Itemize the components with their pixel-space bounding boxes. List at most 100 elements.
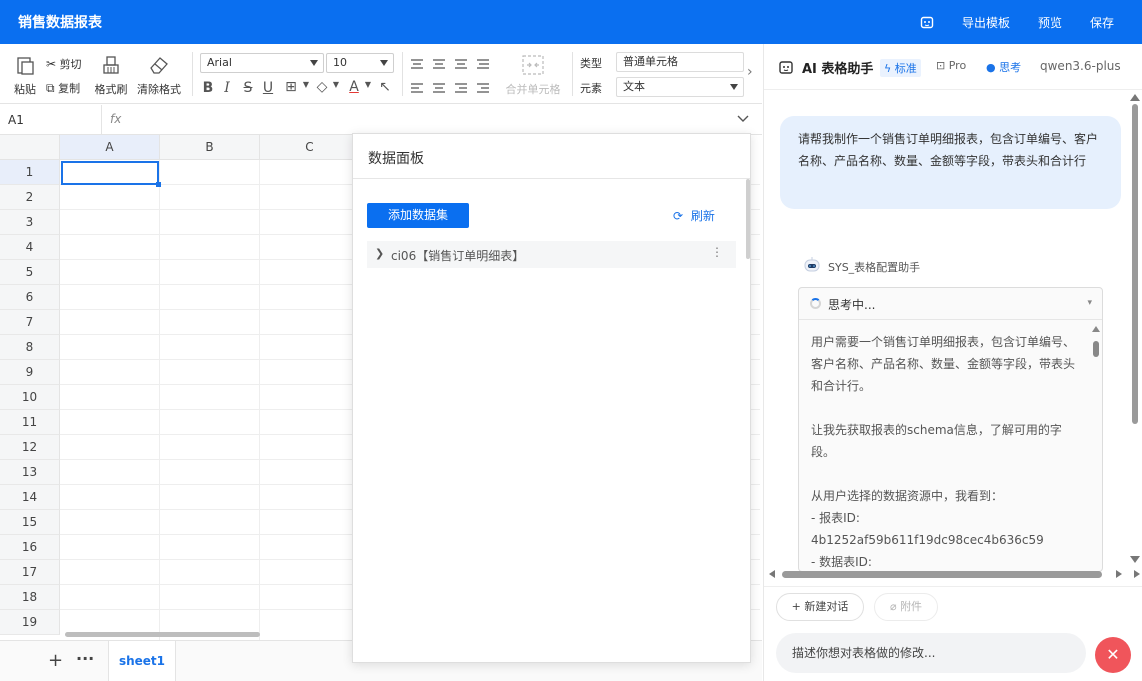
strikethrough-icon[interactable]: S — [240, 80, 256, 96]
row-header[interactable]: 16 — [0, 535, 60, 560]
paste-button[interactable]: 粘贴 — [10, 54, 40, 97]
row-header[interactable]: 1 — [0, 160, 60, 185]
refresh-button[interactable]: ⟳ 刷新 — [673, 207, 715, 224]
clear-style-icon[interactable]: ↖ — [377, 79, 393, 95]
thinking-header[interactable]: 思考中... ▾ — [799, 288, 1102, 320]
row-header[interactable]: 13 — [0, 460, 60, 485]
horizontal-scrollbar[interactable] — [65, 632, 260, 637]
font-size-value: 10 — [333, 56, 347, 69]
scroll-down-icon[interactable] — [1130, 556, 1140, 563]
chat-input[interactable]: 描述你想对表格做的修改... — [776, 633, 1086, 673]
row-header[interactable]: 6 — [0, 285, 60, 310]
clear-format-label: 清除格式 — [137, 83, 181, 96]
scroll-up-icon[interactable] — [1130, 94, 1140, 101]
collapse-toolbar-icon[interactable]: › — [747, 64, 753, 80]
robot-avatar-icon — [804, 257, 820, 272]
thinking-content: 用户需要一个销售订单明细报表，包含订单编号、客户名称、产品名称、数量、金额等字段… — [811, 331, 1083, 571]
mode-pro-button[interactable]: ⊡ Pro — [936, 59, 966, 72]
chevron-down-icon[interactable]: ▾ — [1087, 298, 1092, 308]
border-icon[interactable]: ⊞ — [283, 79, 299, 95]
cut-button[interactable]: ✂ 剪切 — [46, 56, 90, 72]
column-header-c[interactable]: C — [260, 135, 360, 160]
row-header[interactable]: 14 — [0, 485, 60, 510]
selected-cell[interactable] — [61, 161, 161, 187]
panel-scrollbar[interactable] — [746, 179, 750, 259]
row-header[interactable]: 8 — [0, 335, 60, 360]
chevron-down-icon[interactable]: ▼ — [360, 80, 376, 89]
chat-vertical-scrollbar[interactable] — [1132, 104, 1138, 424]
new-chat-button[interactable]: + 新建对话 — [776, 593, 864, 621]
scroll-up-icon[interactable] — [1092, 326, 1100, 332]
row-header[interactable]: 3 — [0, 210, 60, 235]
header-actions: 导出模板 预览 保存 — [918, 13, 1142, 31]
attachment-button[interactable]: ⌀ 附件 — [874, 593, 938, 621]
cell-type-value: 普通单元格 — [623, 55, 678, 68]
add-sheet-icon[interactable]: + — [48, 650, 63, 671]
format-brush-button[interactable]: 格式刷 — [93, 54, 129, 97]
save-button[interactable]: 保存 — [1090, 14, 1114, 31]
ai-title: AI 表格助手 — [802, 62, 874, 77]
merge-cells-button[interactable]: 合并单元格 — [500, 54, 566, 97]
sheet-tab[interactable]: sheet1 — [108, 641, 176, 681]
more-vertical-icon[interactable]: ⋮ — [711, 245, 723, 259]
gridline — [259, 160, 260, 640]
refresh-label: 刷新 — [690, 209, 715, 223]
close-icon: ✕ — [1106, 645, 1120, 664]
chevron-right-icon[interactable]: ❯ — [375, 247, 384, 260]
chat-horizontal-scrollbar[interactable] — [782, 571, 1102, 578]
model-selector[interactable]: qwen3.6-plus — [1040, 59, 1121, 73]
cell-type-field[interactable]: 普通单元格 — [616, 52, 744, 72]
row-header[interactable]: 4 — [0, 235, 60, 260]
element-select[interactable]: 文本 — [616, 77, 744, 97]
italic-icon[interactable]: I — [219, 80, 235, 96]
more-icon[interactable]: ··· — [76, 649, 94, 668]
row-header[interactable]: 9 — [0, 360, 60, 385]
row-header[interactable]: 5 — [0, 260, 60, 285]
chevron-down-icon[interactable]: ▼ — [298, 80, 314, 89]
clear-format-button[interactable]: 清除格式 — [135, 54, 183, 97]
export-template-button[interactable]: 导出模板 — [962, 14, 1010, 31]
row-header[interactable]: 19 — [0, 610, 60, 635]
chevron-down-icon[interactable] — [737, 114, 749, 124]
row-header[interactable]: 17 — [0, 560, 60, 585]
underline-icon[interactable]: U — [260, 80, 276, 96]
fill-handle[interactable] — [156, 182, 161, 187]
scroll-right-icon[interactable] — [1134, 570, 1140, 578]
row-header[interactable]: 11 — [0, 410, 60, 435]
add-dataset-button[interactable]: 添加数据集 — [367, 203, 469, 228]
column-header-a[interactable]: A — [60, 135, 160, 160]
lightning-icon: ϟ — [884, 62, 892, 75]
chevron-down-icon — [730, 84, 738, 90]
row-header[interactable]: 12 — [0, 435, 60, 460]
column-header-b[interactable]: B — [160, 135, 260, 160]
dataset-item[interactable]: ❯ ci06【销售订单明细表】 ⋮ — [367, 241, 736, 268]
font-family-value: Arial — [207, 56, 232, 69]
row-header[interactable]: 15 — [0, 510, 60, 535]
scroll-left-icon[interactable] — [769, 570, 775, 578]
corner-header[interactable] — [0, 135, 60, 160]
fx-icon: fx — [110, 112, 122, 126]
assistant-name: SYS_表格配置助手 — [828, 261, 921, 274]
row-header[interactable]: 18 — [0, 585, 60, 610]
think-toggle[interactable]: ● 思考 — [986, 59, 1021, 75]
thinking-text: 4b1252af59b611f19dc98cec4b636c59 — [811, 533, 1044, 547]
scroll-right-icon[interactable] — [1116, 570, 1122, 578]
font-size-select[interactable]: 10 — [326, 53, 394, 73]
preview-button[interactable]: 预览 — [1038, 14, 1062, 31]
stop-generation-button[interactable]: ✕ — [1095, 637, 1131, 673]
mode-standard-button[interactable]: ϟ 标准 — [880, 59, 921, 77]
row-header[interactable]: 2 — [0, 185, 60, 210]
horizontal-align-icons[interactable] — [410, 82, 490, 94]
vertical-align-icons[interactable] — [410, 58, 490, 70]
row-header[interactable]: 10 — [0, 385, 60, 410]
format-brush-icon — [103, 56, 119, 74]
cell-reference[interactable]: A1 — [0, 105, 102, 135]
font-family-select[interactable]: Arial — [200, 53, 324, 73]
ai-bot-icon[interactable] — [918, 13, 936, 31]
row-header[interactable]: 7 — [0, 310, 60, 335]
bold-icon[interactable]: B — [200, 80, 216, 96]
thinking-scrollbar[interactable] — [1093, 341, 1099, 357]
copy-button[interactable]: ⧉ 复制 — [46, 80, 90, 96]
chevron-down-icon[interactable]: ▼ — [328, 80, 344, 89]
attachment-label: 附件 — [900, 600, 923, 613]
